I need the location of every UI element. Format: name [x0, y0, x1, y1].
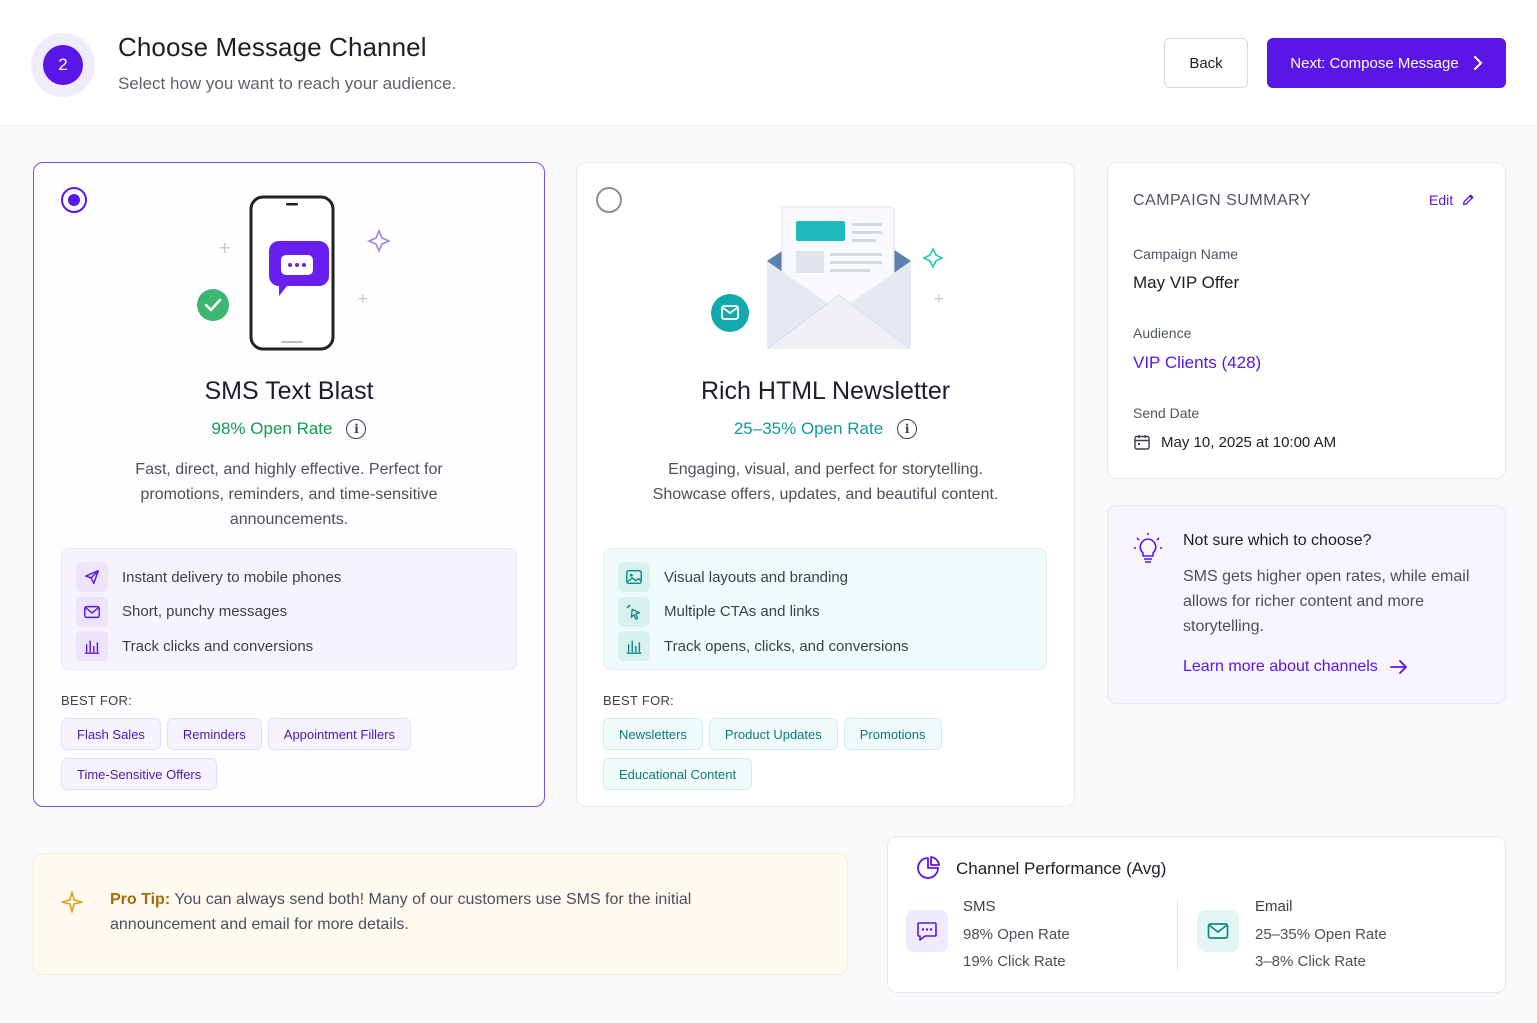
tag: Reminders [166, 718, 262, 750]
page-header: 2 Choose Message Channel Select how you … [0, 0, 1537, 126]
feature-item: Track clicks and conversions [76, 629, 502, 664]
next-compose-message-button[interactable]: Next: Compose Message [1267, 38, 1506, 88]
pencil-icon [1463, 194, 1474, 206]
chevron-right-icon [1473, 56, 1483, 70]
sms-performance-click: 19% Click Rate [963, 953, 1066, 970]
tag: Flash Sales [61, 718, 161, 750]
tag: Appointment Fillers [267, 718, 412, 750]
pro-tip-label: Pro Tip: [110, 891, 171, 908]
email-features-list: Visual layouts and branding Multiple CTA… [603, 548, 1047, 670]
sms-channel-card[interactable]: + + SMS Text Blast 98% Open Rate i Fast,… [33, 162, 545, 807]
feature-item: Visual layouts and branding [618, 560, 1032, 595]
lightbulb-icon [1134, 533, 1162, 563]
feature-label: Instant delivery to mobile phones [122, 568, 342, 586]
feature-label: Multiple CTAs and links [664, 603, 820, 621]
audience-value-link[interactable]: VIP Clients (428) [1133, 353, 1261, 373]
svg-text:+: + [218, 238, 231, 257]
tag: Time-Sensitive Offers [61, 758, 218, 790]
email-envelope-icon [1197, 910, 1239, 952]
step-number-badge: 2 [43, 45, 83, 85]
calendar-icon [1134, 435, 1150, 450]
bar-chart-icon [76, 631, 108, 662]
help-title: Not sure which to choose? [1183, 532, 1372, 549]
feature-label: Track clicks and conversions [122, 637, 314, 655]
feature-item: Short, punchy messages [76, 595, 502, 630]
pro-tip-text: Pro Tip: You can always send both! Many … [110, 887, 730, 937]
audience-label: Audience [1133, 325, 1192, 341]
send-date-value: May 10, 2025 at 10:00 AM [1161, 433, 1337, 451]
channel-performance-card: Channel Performance (Avg) SMS 98% Open R… [887, 836, 1506, 993]
email-performance-click: 3–8% Click Rate [1255, 953, 1366, 970]
help-text: SMS gets higher open rates, while email … [1183, 568, 1470, 635]
email-description: Engaging, visual, and perfect for storyt… [652, 461, 999, 503]
email-tags: Newsletters Product Updates Promotions E… [603, 718, 1033, 790]
next-button-label: Next: Compose Message [1290, 54, 1459, 72]
pie-chart-icon [917, 856, 940, 879]
email-performance-open: 25–35% Open Rate [1255, 926, 1387, 943]
edit-label: Edit [1429, 192, 1454, 208]
sms-features-list: Instant delivery to mobile phones Short,… [61, 548, 517, 670]
cursor-click-icon [618, 596, 650, 627]
image-icon [618, 562, 650, 593]
email-card-title: Rich HTML Newsletter [700, 377, 951, 405]
feature-label: Track opens, clicks, and conversions [664, 637, 909, 655]
summary-edit-link[interactable]: Edit [1429, 192, 1475, 208]
email-open-rate-text: 25–35% Open Rate [733, 419, 884, 438]
info-icon[interactable]: i [897, 419, 918, 439]
sms-performance: SMS 98% Open Rate 19% Click Rate [963, 898, 1070, 980]
email-performance-name: Email [1255, 898, 1293, 915]
send-date: May 10, 2025 at 10:00 AM [1133, 433, 1336, 451]
sms-tags: Flash Sales Reminders Appointment Filler… [61, 718, 501, 790]
envelope-newsletter-illustration: + [711, 206, 945, 350]
sms-card-title: SMS Text Blast [204, 377, 374, 405]
pro-tip-banner: Pro Tip: You can always send both! Many … [33, 853, 848, 975]
feature-item: Track opens, clicks, and conversions [618, 629, 1032, 664]
learn-more-label: Learn more about channels [1183, 658, 1378, 675]
learn-more-link[interactable]: Learn more about channels [1183, 658, 1408, 676]
arrow-right-icon [1389, 660, 1407, 674]
performance-title: Channel Performance (Avg) [956, 859, 1167, 878]
email-open-rate: 25–35% Open Rate i [577, 419, 1074, 439]
channel-help-card: Not sure which to choose? SMS gets highe… [1107, 505, 1506, 704]
tag: Educational Content [603, 758, 753, 790]
info-icon[interactable]: i [346, 419, 367, 439]
feature-item: Instant delivery to mobile phones [76, 560, 502, 595]
divider [1177, 899, 1178, 971]
email-channel-card[interactable]: + Rich HTML Newsletter 25–35% Open Rate … [576, 162, 1075, 807]
phone-message-illustration: + + [197, 195, 392, 351]
sms-best-for-label: BEST FOR: [61, 693, 133, 708]
send-date-label: Send Date [1133, 405, 1200, 421]
sms-radio-button[interactable] [61, 187, 87, 213]
pro-tip-body: You can always send both! Many of our cu… [110, 891, 692, 933]
sparkle-icon [61, 891, 83, 913]
svg-text:+: + [357, 291, 369, 307]
sms-open-rate: 98% Open Rate i [34, 419, 544, 439]
sms-chat-icon [906, 910, 948, 952]
campaign-summary-panel: CAMPAIGN SUMMARY Edit Campaign Name May … [1107, 162, 1506, 479]
email-radio-button[interactable] [596, 187, 622, 213]
tag: Newsletters [603, 718, 703, 750]
page-title: Choose Message Channel [118, 32, 427, 62]
bar-chart-icon [618, 631, 650, 662]
tag: Promotions [843, 718, 942, 750]
campaign-name-label: Campaign Name [1133, 246, 1239, 262]
sms-performance-name: SMS [963, 898, 996, 915]
sms-description: Fast, direct, and highly effective. Perf… [135, 461, 443, 528]
sms-performance-open: 98% Open Rate [963, 926, 1070, 943]
summary-heading: CAMPAIGN SUMMARY [1133, 192, 1312, 209]
back-button[interactable]: Back [1164, 38, 1248, 88]
svg-text:+: + [933, 291, 945, 307]
feature-label: Short, punchy messages [122, 603, 288, 621]
send-icon [76, 562, 108, 593]
campaign-name-value: May VIP Offer [1133, 273, 1240, 292]
mail-icon [76, 596, 108, 627]
tag: Product Updates [708, 718, 838, 750]
feature-item: Multiple CTAs and links [618, 595, 1032, 630]
page-subtitle: Select how you want to reach your audien… [118, 74, 457, 93]
feature-label: Visual layouts and branding [664, 568, 849, 586]
sms-open-rate-text: 98% Open Rate [211, 419, 333, 438]
email-best-for-label: BEST FOR: [603, 693, 675, 708]
email-performance: Email 25–35% Open Rate 3–8% Click Rate [1255, 898, 1387, 980]
